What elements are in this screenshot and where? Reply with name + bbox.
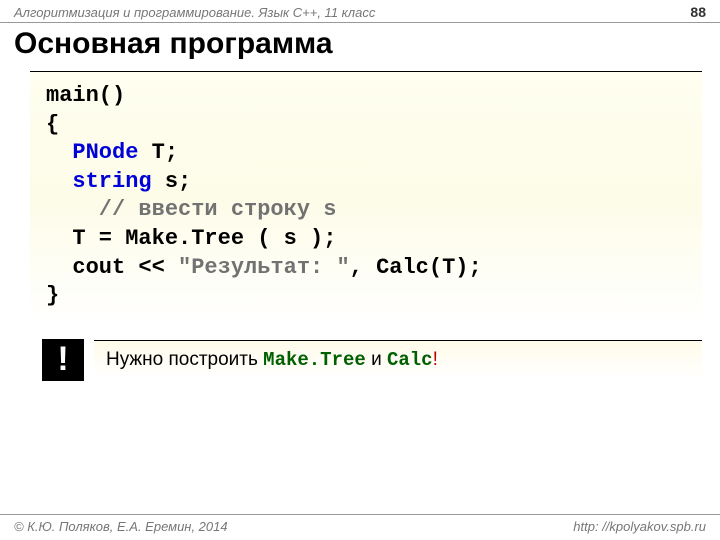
- code-string: "Результат: ": [178, 255, 350, 280]
- code-line-7a: cout <<: [46, 255, 178, 280]
- code-line-8: }: [46, 283, 59, 308]
- code-comment: // ввести строку s: [46, 197, 336, 222]
- footer-url: http: //kpolyakov.spb.ru: [573, 519, 706, 534]
- code-kw-pnode: PNode: [46, 140, 138, 165]
- code-line-4b: s;: [152, 169, 192, 194]
- code-line-1: main(): [46, 83, 125, 108]
- footer-copyright: © К.Ю. Поляков, Е.А. Еремин, 2014: [14, 519, 228, 534]
- code-block: main() { PNode T; string s; // ввести ст…: [30, 71, 702, 325]
- code-kw-string: string: [46, 169, 152, 194]
- note-code-2: Calc: [387, 349, 433, 371]
- header-title: Алгоритмизация и программирование. Язык …: [14, 5, 375, 20]
- code-line-7c: , Calc(T);: [350, 255, 482, 280]
- code-line-3b: T;: [138, 140, 178, 165]
- header-bar: Алгоритмизация и программирование. Язык …: [0, 0, 720, 23]
- note-text-2: и: [366, 349, 387, 370]
- code-line-2: {: [46, 112, 59, 137]
- note-box: Нужно построить Make.Tree и Calc!: [94, 340, 702, 379]
- note-code-1: Make.Tree: [263, 349, 366, 371]
- footer-bar: © К.Ю. Поляков, Е.А. Еремин, 2014 http: …: [0, 514, 720, 540]
- note-exclam: !: [433, 349, 438, 370]
- page-number: 88: [690, 4, 706, 20]
- slide-title: Основная программа: [0, 23, 720, 71]
- exclamation-badge: !: [42, 339, 84, 381]
- note-row: ! Нужно построить Make.Tree и Calc!: [42, 339, 702, 381]
- code-line-6: T = Make.Tree ( s );: [46, 226, 336, 251]
- note-text-1: Нужно построить: [106, 349, 263, 370]
